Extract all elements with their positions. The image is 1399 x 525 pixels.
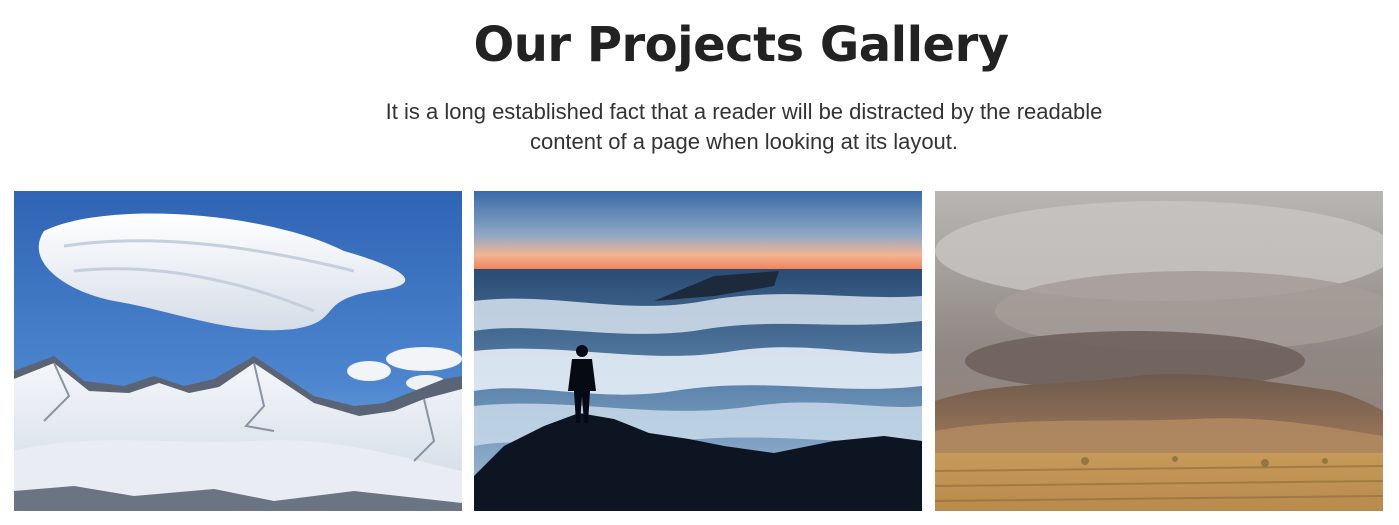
hiker-photo	[474, 191, 922, 511]
gallery-image-dust-storm[interactable]	[935, 191, 1383, 511]
gallery-subtitle: It is a long established fact that a rea…	[385, 99, 1103, 154]
gallery-grid	[14, 191, 1385, 511]
dust-storm-photo	[935, 191, 1383, 511]
mountains-photo	[14, 191, 462, 511]
gallery-image-mountains[interactable]	[14, 191, 462, 511]
gallery-image-hiker[interactable]	[474, 191, 922, 511]
gallery-title: Our Projects Gallery	[473, 17, 1009, 73]
